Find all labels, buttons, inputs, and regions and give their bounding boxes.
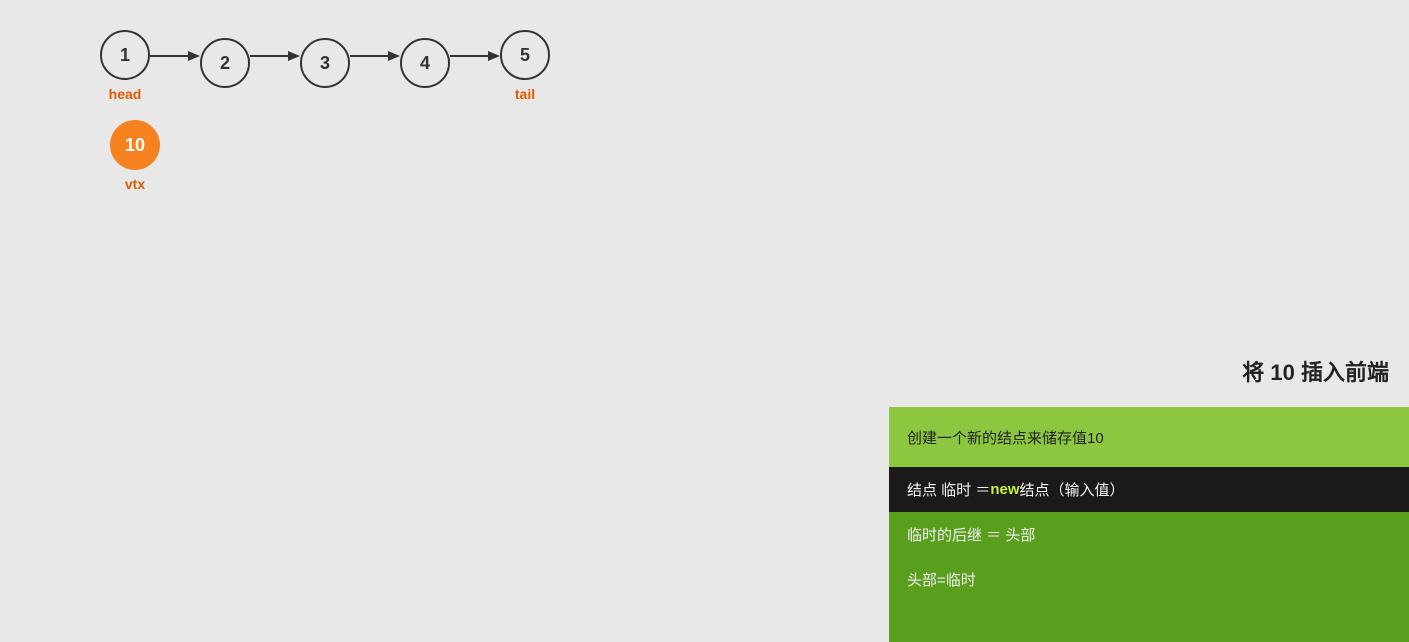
info-row-2-prefix: 结点 临时 ＝ [907,479,990,500]
arrow-2 [250,46,300,66]
node-1-label: head [109,86,142,102]
node-1: 1 [100,30,150,80]
info-row-2-keyword: new [990,481,1019,498]
info-row-3-text: 临时的后继 ＝ 头部 [907,524,1035,545]
arrow-3 [350,46,400,66]
node-1-group: 1 head [100,30,150,102]
node-4: 4 [400,38,450,88]
arrow-4 [450,46,500,66]
info-row-1-text: 创建一个新的结点来储存值10 [907,427,1104,448]
node-4-group: 4 [400,38,450,94]
info-row-2: 结点 临时 ＝ new 结点（输入值） [889,467,1409,512]
node-5: 5 [500,30,550,80]
node-5-group: 5 tail [500,30,550,102]
panel-title: 将 10 插入前端 [1242,355,1389,387]
node-5-label: tail [515,86,535,102]
node-3: 3 [300,38,350,88]
linked-list: 1 head 2 3 4 5 tail [100,30,550,102]
node-2: 2 [200,38,250,88]
info-row-4: 头部=临时 [889,557,1409,602]
arrow-1 [150,46,200,66]
info-row-3: 临时的后继 ＝ 头部 [889,512,1409,557]
vtx-circle: 10 [110,120,160,170]
node-3-group: 3 [300,38,350,94]
info-row-empty [889,602,1409,642]
node-2-group: 2 [200,38,250,94]
info-panel: 创建一个新的结点来储存值10 结点 临时 ＝ new 结点（输入值） 临时的后继… [889,407,1409,642]
vtx-node-area: 10 vtx [110,120,160,192]
info-row-1: 创建一个新的结点来储存值10 [889,407,1409,467]
vtx-label: vtx [125,176,145,192]
info-row-4-text: 头部=临时 [907,569,976,590]
info-row-2-suffix: 结点（输入值） [1020,479,1125,500]
